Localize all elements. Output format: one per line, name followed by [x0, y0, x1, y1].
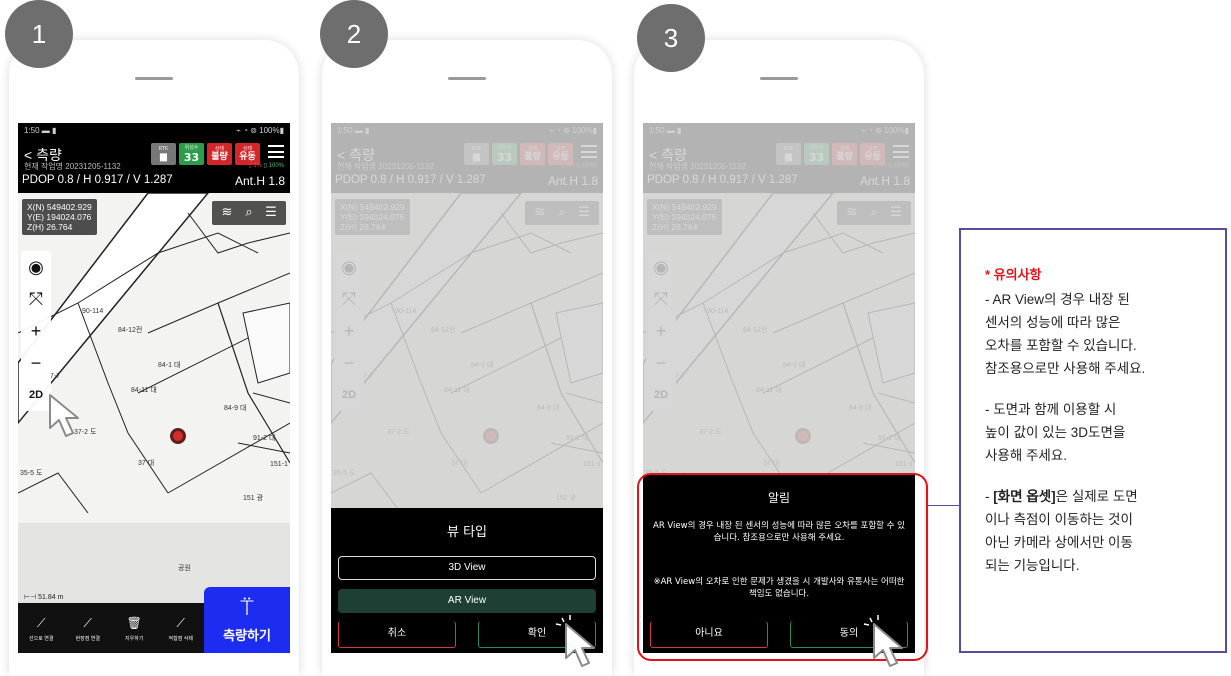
status-badges: RTK▆ 위성수33 상태불량 상태유동	[151, 143, 260, 165]
phone-frame-2: 1:50 ▬ ▮ ⌁ ◔ ⊚ 100%▮ < 측량 RTK▆ 위성수33 상태불…	[322, 40, 612, 676]
phone-notch	[135, 77, 173, 80]
map-toolbar: ≋ ⌕ ☰	[212, 201, 286, 225]
caution-note: * 유의사항 - AR View의 경우 내장 된 센서의 성능에 따라 많은 …	[959, 228, 1227, 653]
phone-notch	[448, 77, 486, 80]
parcel-label: 84-1 대	[158, 362, 181, 369]
note-paragraph-2: - 도면과 함께 이용할 시 높이 값이 있는 3D도면을 사용해 주세요.	[985, 402, 1126, 463]
device-battery: ▯ 1%	[248, 163, 262, 169]
phone-battery: ▯ 100%	[263, 163, 284, 169]
app-header: 1:50 ▬ ▮ ⌁ ◔ ⊚ 100%▮ < 측량 RTK▆ 위성수33 상태불…	[18, 123, 290, 193]
zoom-in-button[interactable]: +	[21, 315, 51, 347]
coord-y: Y(E) 194024.076	[27, 212, 92, 222]
locate-icon[interactable]: ◉	[21, 251, 51, 283]
status-time: 1:50 ▬ ▮	[24, 126, 57, 135]
step-badge-3: 3	[637, 4, 705, 72]
badge-title: RTK	[158, 145, 169, 152]
connect-line-button[interactable]: ⟋ 선으로 연결	[18, 603, 65, 653]
coord-x: X(N) 549402.929	[27, 202, 92, 212]
badge-title: 상태	[242, 145, 253, 152]
toolbar-label: 선으로 연결	[29, 635, 54, 642]
zoom-out-button[interactable]: −	[21, 347, 51, 379]
delete-point-button[interactable]: ⟋ 적합점 삭제	[158, 603, 205, 653]
status-icons: ⌁ ◔ ⊚ 100%▮	[236, 126, 284, 135]
status-bar: 1:50 ▬ ▮ ⌁ ◔ ⊚ 100%▮	[24, 126, 284, 138]
note-dash: -	[985, 489, 994, 504]
parcel-label: 84-12전	[118, 327, 143, 334]
delete-point-icon: ⟋	[176, 615, 185, 630]
phone-frame-1: 1:50 ▬ ▮ ⌁ ◔ ⊚ 100%▮ < 측량 RTK ▆ 위성수 33 상태 불…	[9, 40, 299, 676]
toolbar-label: 현장점 연결	[75, 635, 100, 642]
badge-value: 불량	[211, 151, 228, 162]
badge-value: 유동	[239, 151, 256, 162]
callout-connector	[927, 505, 959, 506]
rtk-badge[interactable]: RTK▆	[151, 143, 176, 165]
pointer-cursor-icon	[863, 615, 903, 667]
coord-z: Z(H) 26.764	[27, 222, 73, 232]
parcel-label: 90-114	[82, 308, 104, 315]
badge-title: 상태	[214, 145, 225, 152]
parcel-label: 공원	[178, 565, 191, 572]
bottom-toolbar: ⟋ 선으로 연결 ⟋ 현장점 연결 🗑 지우하기 ⟋ 적합점 삭제	[18, 603, 204, 653]
parcel-label: 84-9 대	[224, 405, 247, 412]
parcel-label: 151 광	[243, 495, 264, 502]
pointer-cursor-icon	[49, 394, 79, 437]
measure-label: 측량하기	[223, 628, 271, 644]
step-badge-1: 1	[5, 0, 73, 68]
map-scale: ⊢⊣ 51.84 m	[24, 594, 64, 601]
layers-icon[interactable]: ≋	[217, 204, 237, 222]
gps-position-marker	[170, 428, 186, 444]
survey-instrument-icon: ⍡	[240, 595, 254, 621]
parcel-label: 151-1	[270, 461, 288, 468]
connect-point-button[interactable]: ⟋ 현장점 연결	[65, 603, 112, 653]
app-screen-1: 1:50 ▬ ▮ ⌁ ◔ ⊚ 100%▮ < 측량 RTK ▆ 위성수 33 상태 불…	[18, 123, 290, 653]
parcel-label: 37 대	[138, 460, 155, 467]
toolbar-label: 적합점 삭제	[168, 635, 193, 642]
toolbar-label: 지우하기	[125, 635, 144, 642]
phone-notch	[760, 77, 798, 80]
cancel-button[interactable]: 취소	[338, 621, 456, 648]
connect-point-icon: ⟋	[83, 615, 92, 630]
work-name: 현재 작업명 20231205-1132	[24, 162, 121, 171]
antenna-height: Ant.H 1.8	[234, 174, 285, 188]
note-paragraph-3: - [화면 옵셋]은 실제로 도면 이나 측점이 이동하는 것이 아닌 카메라 …	[985, 485, 1211, 577]
status-badge[interactable]: 상태불량	[207, 143, 232, 165]
step-badge-2: 2	[320, 0, 388, 68]
parcel-label: 91-2 대	[253, 435, 276, 442]
sheet-title: 뷰 타입	[446, 525, 487, 540]
connect-line-icon: ⟋	[37, 615, 46, 630]
badge-value: ▆	[160, 151, 167, 162]
badge-title: 위성수	[184, 144, 199, 151]
fit-extent-icon[interactable]: ⤧	[21, 283, 51, 315]
note-bold-term: [화면 옵셋]	[993, 489, 1056, 504]
hamburger-menu-icon[interactable]	[268, 145, 284, 158]
pointer-cursor-icon	[555, 615, 595, 667]
battery-status: ▯ 1% ▯ 100%	[248, 162, 284, 169]
search-map-icon[interactable]: ⌕	[239, 204, 259, 222]
map-side-controls: ◉ ⤧ + − 2D	[21, 251, 51, 411]
coordinate-readout: X(N) 549402.929 Y(E) 194024.076 Z(H) 26.…	[22, 199, 97, 235]
option-3d-view[interactable]: 3D View	[338, 556, 596, 580]
measure-button[interactable]: ⍡ 측량하기	[204, 587, 290, 653]
note-title: * 유의사항	[985, 267, 1042, 282]
satellite-badge[interactable]: 위성수33	[179, 143, 204, 165]
list-icon[interactable]: ☰	[261, 204, 281, 222]
app-screen-2: 1:50 ▬ ▮ ⌁ ◔ ⊚ 100%▮ < 측량 RTK▆ 위성수33 상태불…	[331, 123, 603, 653]
trash-icon: 🗑	[126, 615, 142, 630]
pdop-readout: PDOP 0.8 / H 0.917 / V 1.287	[22, 174, 173, 186]
option-ar-view[interactable]: AR View	[338, 589, 596, 613]
parcel-label: 84-11 대	[131, 387, 157, 394]
note-paragraph-1: - AR View의 경우 내장 된 센서의 성능에 따라 많은 오차를 포함할…	[985, 292, 1146, 376]
erase-button[interactable]: 🗑 지우하기	[111, 603, 158, 653]
badge-value: 33	[183, 150, 200, 164]
parcel-label: 35-5 도	[20, 470, 43, 477]
tutorial-stage: 1 2 3 1:50 ▬ ▮ ⌁ ◔ ⊚ 100%▮ < 측량 RTK ▆ 위성수…	[0, 0, 1231, 676]
